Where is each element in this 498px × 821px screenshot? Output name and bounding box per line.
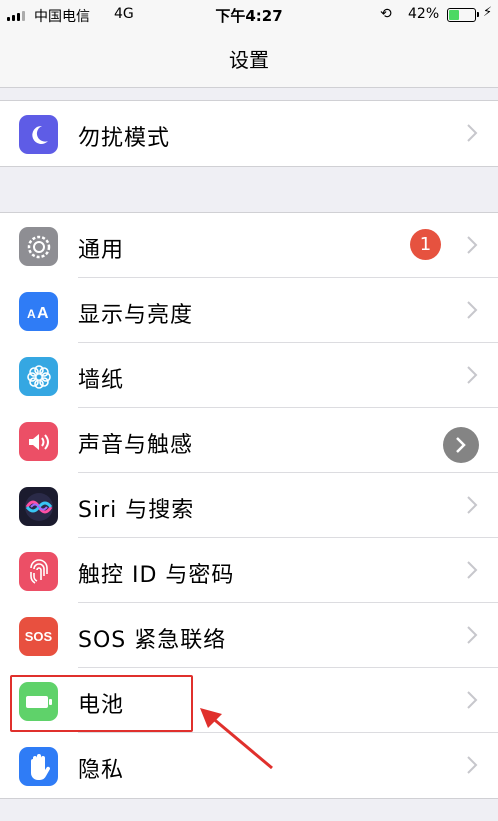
chevron-right-icon [467, 626, 478, 644]
svg-text:A: A [27, 307, 36, 321]
settings-row-siri-search[interactable]: Siri 与搜索 [0, 473, 498, 538]
chevron-right-icon [467, 756, 478, 774]
siri-icon [19, 487, 58, 526]
battery-status-icon [447, 8, 479, 22]
chevron-right-icon [467, 301, 478, 319]
flower-icon [19, 357, 58, 396]
hand-icon [19, 747, 58, 786]
settings-row-label: Siri 与搜索 [78, 498, 195, 523]
settings-row-label: 隐私 [78, 758, 125, 783]
moon-icon [19, 115, 58, 154]
chevron-right-icon [467, 366, 478, 384]
settings-row-display-brightness[interactable]: AA 显示与亮度 [0, 278, 498, 343]
settings-row-label: 勿扰模式 [78, 126, 171, 151]
settings-row-wallpaper[interactable]: 墙纸 [0, 343, 498, 408]
chevron-right-icon [467, 691, 478, 709]
chevron-right-icon [467, 561, 478, 579]
settings-row-label: SOS 紧急联络 [78, 628, 227, 653]
assistive-touch-button[interactable] [443, 427, 479, 463]
settings-row-general[interactable]: 通用 1 [0, 213, 498, 278]
annotation-highlight-box [10, 675, 193, 732]
status-bar: 中国电信 4G 下午4:27 ⟲ 42% ⚡ [0, 0, 498, 30]
battery-percent: 42% [408, 6, 440, 22]
battery-level-fill [449, 10, 460, 20]
settings-row-label: 声音与触感 [78, 433, 194, 458]
settings-row-emergency-sos[interactable]: SOS SOS 紧急联络 [0, 603, 498, 668]
chevron-right-icon [467, 124, 478, 142]
settings-group-focus: 勿扰模式 [0, 100, 498, 167]
page-title: 设置 [229, 48, 269, 72]
settings-row-do-not-disturb[interactable]: 勿扰模式 [0, 101, 498, 166]
svg-text:A: A [37, 305, 49, 322]
annotation-arrow-icon [200, 708, 273, 770]
sos-icon: SOS [19, 617, 58, 656]
settings-row-label: 通用 [78, 238, 125, 263]
settings-row-label: 显示与亮度 [78, 303, 194, 328]
charging-bolt-icon: ⚡ [483, 5, 493, 20]
speaker-icon [19, 422, 58, 461]
text-size-icon: AA [19, 292, 58, 331]
notification-badge: 1 [410, 229, 441, 260]
navigation-bar: 设置 [0, 30, 498, 88]
chevron-right-icon [467, 236, 478, 254]
gear-icon [19, 227, 58, 266]
settings-row-label: 墙纸 [78, 368, 125, 393]
sos-icon-text: SOS [24, 629, 53, 644]
chevron-right-icon [456, 437, 466, 453]
fingerprint-icon [19, 552, 58, 591]
chevron-right-icon [467, 496, 478, 514]
bottom-background [0, 800, 498, 821]
settings-row-sounds-haptics[interactable]: 声音与触感 [0, 408, 498, 473]
settings-row-touch-id-passcode[interactable]: 触控 ID 与密码 [0, 538, 498, 603]
rotation-lock-icon: ⟲ [380, 6, 392, 22]
settings-row-label: 触控 ID 与密码 [78, 563, 235, 588]
